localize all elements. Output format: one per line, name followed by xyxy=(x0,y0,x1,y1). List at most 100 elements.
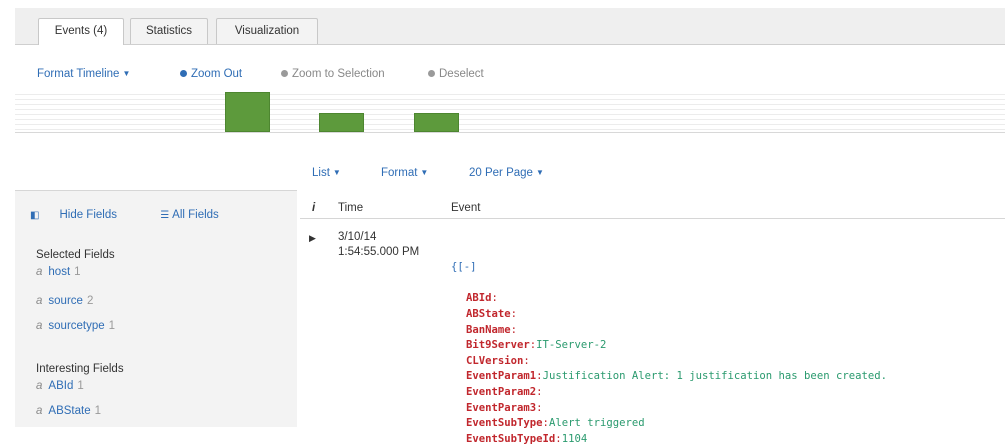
collapse-json-toggle[interactable]: {[-] xyxy=(451,260,887,276)
event-field-key[interactable]: ABState xyxy=(466,308,511,320)
tab-statistics[interactable]: Statistics xyxy=(130,18,208,44)
event-field-line: EventSubType:Alert triggered xyxy=(451,416,887,432)
format-timeline-label: Format Timeline xyxy=(37,68,120,80)
caret-down-icon: ▼ xyxy=(535,168,544,177)
interesting-fields-heading: Interesting Fields xyxy=(36,363,124,375)
fields-sidebar: ◧ Hide Fields ☰ All Fields Selected Fields… xyxy=(15,190,297,427)
zoom-out-icon xyxy=(180,70,187,77)
tab-events[interactable]: Events (4) xyxy=(38,18,124,45)
field-item[interactable]: a sourcetype 1 xyxy=(36,320,115,332)
field-item[interactable]: a ABState 1 xyxy=(36,405,101,417)
results-tab-bar: Events (4) Statistics Visualization xyxy=(15,8,1005,45)
event-field-line: ABId: xyxy=(451,291,887,307)
hide-fields-button[interactable]: ◧ Hide Fields xyxy=(30,209,137,221)
event-field-line: EventParam1:Justification Alert: 1 justi… xyxy=(451,369,887,385)
event-field-key[interactable]: EventParam3 xyxy=(466,402,536,414)
event-field-colon: : xyxy=(510,307,518,320)
all-fields-label: All Fields xyxy=(172,209,219,221)
events-table-header: i Time Event xyxy=(300,198,1005,219)
per-page-label: 20 Per Page xyxy=(469,167,533,179)
zoom-to-selection-icon xyxy=(281,70,288,77)
event-field-line: CLVersion: xyxy=(451,354,887,370)
event-field-value[interactable]: Alert triggered xyxy=(549,417,645,429)
field-count: 1 xyxy=(74,266,81,278)
field-name: sourcetype xyxy=(48,320,105,332)
field-name: host xyxy=(48,266,71,278)
hide-fields-label: Hide Fields xyxy=(59,209,117,221)
event-field-key[interactable]: CLVersion xyxy=(466,355,523,367)
event-field-key[interactable]: EventParam2 xyxy=(466,386,536,398)
event-field-colon: : xyxy=(491,292,498,305)
field-name: ABId xyxy=(48,380,74,392)
event-field-value[interactable]: Justification Alert: 1 justification has… xyxy=(543,370,887,382)
event-field-key[interactable]: EventParam1 xyxy=(466,370,536,382)
event-field-line: BanName: xyxy=(451,323,887,339)
event-json: {[-] ABId: ABState: BanName: Bit9Server:IT-… xyxy=(451,229,887,447)
zoom-out-button[interactable]: Zoom Out xyxy=(180,68,242,80)
event-column-header: Event xyxy=(451,202,481,214)
per-page-dropdown[interactable]: 20 Per Page ▼ xyxy=(469,167,544,179)
list-view-dropdown[interactable]: List ▼ xyxy=(312,167,341,179)
deselect-label: Deselect xyxy=(439,68,484,80)
event-field-colon: : xyxy=(510,323,518,336)
list-icon: ☰ xyxy=(160,210,170,221)
event-field-line: ABState: xyxy=(451,307,887,323)
event-field-key[interactable]: EventSubType xyxy=(466,417,543,429)
field-count: 1 xyxy=(94,405,102,417)
timeline-bar[interactable] xyxy=(319,113,364,132)
event-field-line: EventParam2: xyxy=(451,385,887,401)
event-field-value[interactable]: IT-Server-2 xyxy=(536,339,606,351)
event-time-cell: 3/10/14 1:54:55.000 PM xyxy=(338,230,419,260)
zoom-out-label: Zoom Out xyxy=(191,68,243,80)
event-field-colon: : xyxy=(536,385,543,398)
time-column-header[interactable]: Time xyxy=(338,202,363,214)
event-field-colon: : xyxy=(536,401,543,414)
tab-events-label: Events (4) xyxy=(54,25,108,37)
event-field-line: EventParam3: xyxy=(451,401,887,417)
event-field-value[interactable]: 1104 xyxy=(562,433,588,445)
format-timeline-button[interactable]: Format Timeline ▼ xyxy=(37,68,130,80)
caret-down-icon: ▼ xyxy=(420,168,429,177)
string-type-icon: a xyxy=(36,405,43,417)
caret-down-icon: ▼ xyxy=(332,168,341,177)
field-name: source xyxy=(48,295,83,307)
event-date: 3/10/14 xyxy=(338,231,377,243)
deselect-button[interactable]: Deselect xyxy=(428,68,484,80)
hide-fields-icon: ◧ xyxy=(30,210,40,221)
zoom-to-selection-label: Zoom to Selection xyxy=(292,68,385,80)
string-type-icon: a xyxy=(36,380,43,392)
tab-visualization[interactable]: Visualization xyxy=(216,18,318,44)
field-item[interactable]: a ABId 1 xyxy=(36,380,84,392)
timeline-bar[interactable] xyxy=(225,92,270,132)
event-field-key[interactable]: EventSubTypeId xyxy=(466,433,555,445)
event-field-key[interactable]: BanName xyxy=(466,324,511,336)
field-count: 2 xyxy=(86,295,94,307)
event-field-key[interactable]: ABId xyxy=(466,292,492,304)
info-column-header: i xyxy=(312,202,316,214)
timeline-bar[interactable] xyxy=(414,113,459,132)
format-label: Format xyxy=(381,167,418,179)
event-timeline[interactable] xyxy=(15,90,1005,133)
field-item[interactable]: a host 1 xyxy=(36,266,81,278)
deselect-icon xyxy=(428,70,435,77)
tab-statistics-label: Statistics xyxy=(145,25,192,37)
string-type-icon: a xyxy=(36,320,43,332)
selected-fields-heading: Selected Fields xyxy=(36,249,115,261)
field-toggles: ◧ Hide Fields ☰ All Fields xyxy=(30,209,259,221)
event-field-colon: : xyxy=(523,354,530,367)
event-field-line: EventSubTypeId:1104 xyxy=(451,432,887,447)
list-view-label: List xyxy=(312,167,330,179)
caret-down-icon: ▼ xyxy=(122,69,131,78)
field-item[interactable]: a source 2 xyxy=(36,295,93,307)
event-time: 1:54:55.000 PM xyxy=(338,246,420,258)
field-count: 1 xyxy=(108,320,116,332)
expand-row-icon[interactable]: ▶ xyxy=(309,233,316,244)
string-type-icon: a xyxy=(36,295,43,307)
format-dropdown[interactable]: Format ▼ xyxy=(381,167,428,179)
string-type-icon: a xyxy=(36,266,43,278)
all-fields-button[interactable]: ☰ All Fields xyxy=(160,209,239,221)
field-name: ABState xyxy=(48,405,91,417)
event-field-key[interactable]: Bit9Server xyxy=(466,339,530,351)
zoom-to-selection-button[interactable]: Zoom to Selection xyxy=(281,68,385,80)
event-field-line: Bit9Server:IT-Server-2 xyxy=(451,338,887,354)
